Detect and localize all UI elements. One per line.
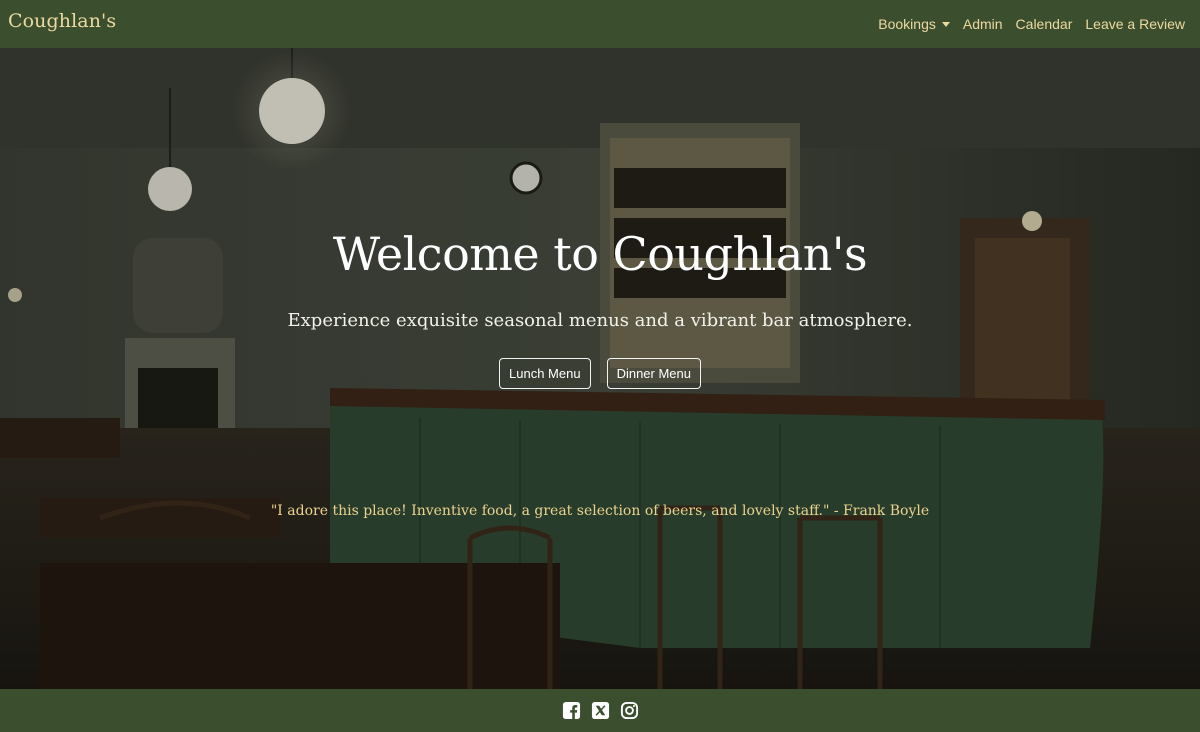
facebook-icon[interactable] xyxy=(562,701,581,720)
brand-logo[interactable]: Coughlan's xyxy=(8,10,116,32)
nav-bookings-dropdown[interactable]: Bookings xyxy=(878,16,950,32)
footer xyxy=(0,689,1200,732)
hero-section: Welcome to Coughlan's Experience exquisi… xyxy=(0,48,1200,689)
nav-admin[interactable]: Admin xyxy=(963,16,1003,32)
nav-leave-review[interactable]: Leave a Review xyxy=(1085,16,1185,32)
nav-links: Bookings Admin Calendar Leave a Review xyxy=(865,0,1185,48)
menu-buttons: Lunch Menu Dinner Menu xyxy=(0,358,1200,389)
hero-title: Welcome to Coughlan's xyxy=(332,227,868,281)
instagram-icon[interactable] xyxy=(620,701,639,720)
navbar: Coughlan's Bookings Admin Calendar Leave… xyxy=(0,0,1200,48)
hero-subtitle: Experience exquisite seasonal menus and … xyxy=(287,310,913,331)
nav-bookings-label: Bookings xyxy=(878,16,936,32)
x-twitter-icon[interactable] xyxy=(591,701,610,720)
customer-testimonial: "I adore this place! Inventive food, a g… xyxy=(270,503,930,519)
lunch-menu-button[interactable]: Lunch Menu xyxy=(499,358,591,389)
nav-calendar[interactable]: Calendar xyxy=(1016,16,1073,32)
chevron-down-icon xyxy=(941,22,950,27)
dinner-menu-button[interactable]: Dinner Menu xyxy=(606,358,701,389)
